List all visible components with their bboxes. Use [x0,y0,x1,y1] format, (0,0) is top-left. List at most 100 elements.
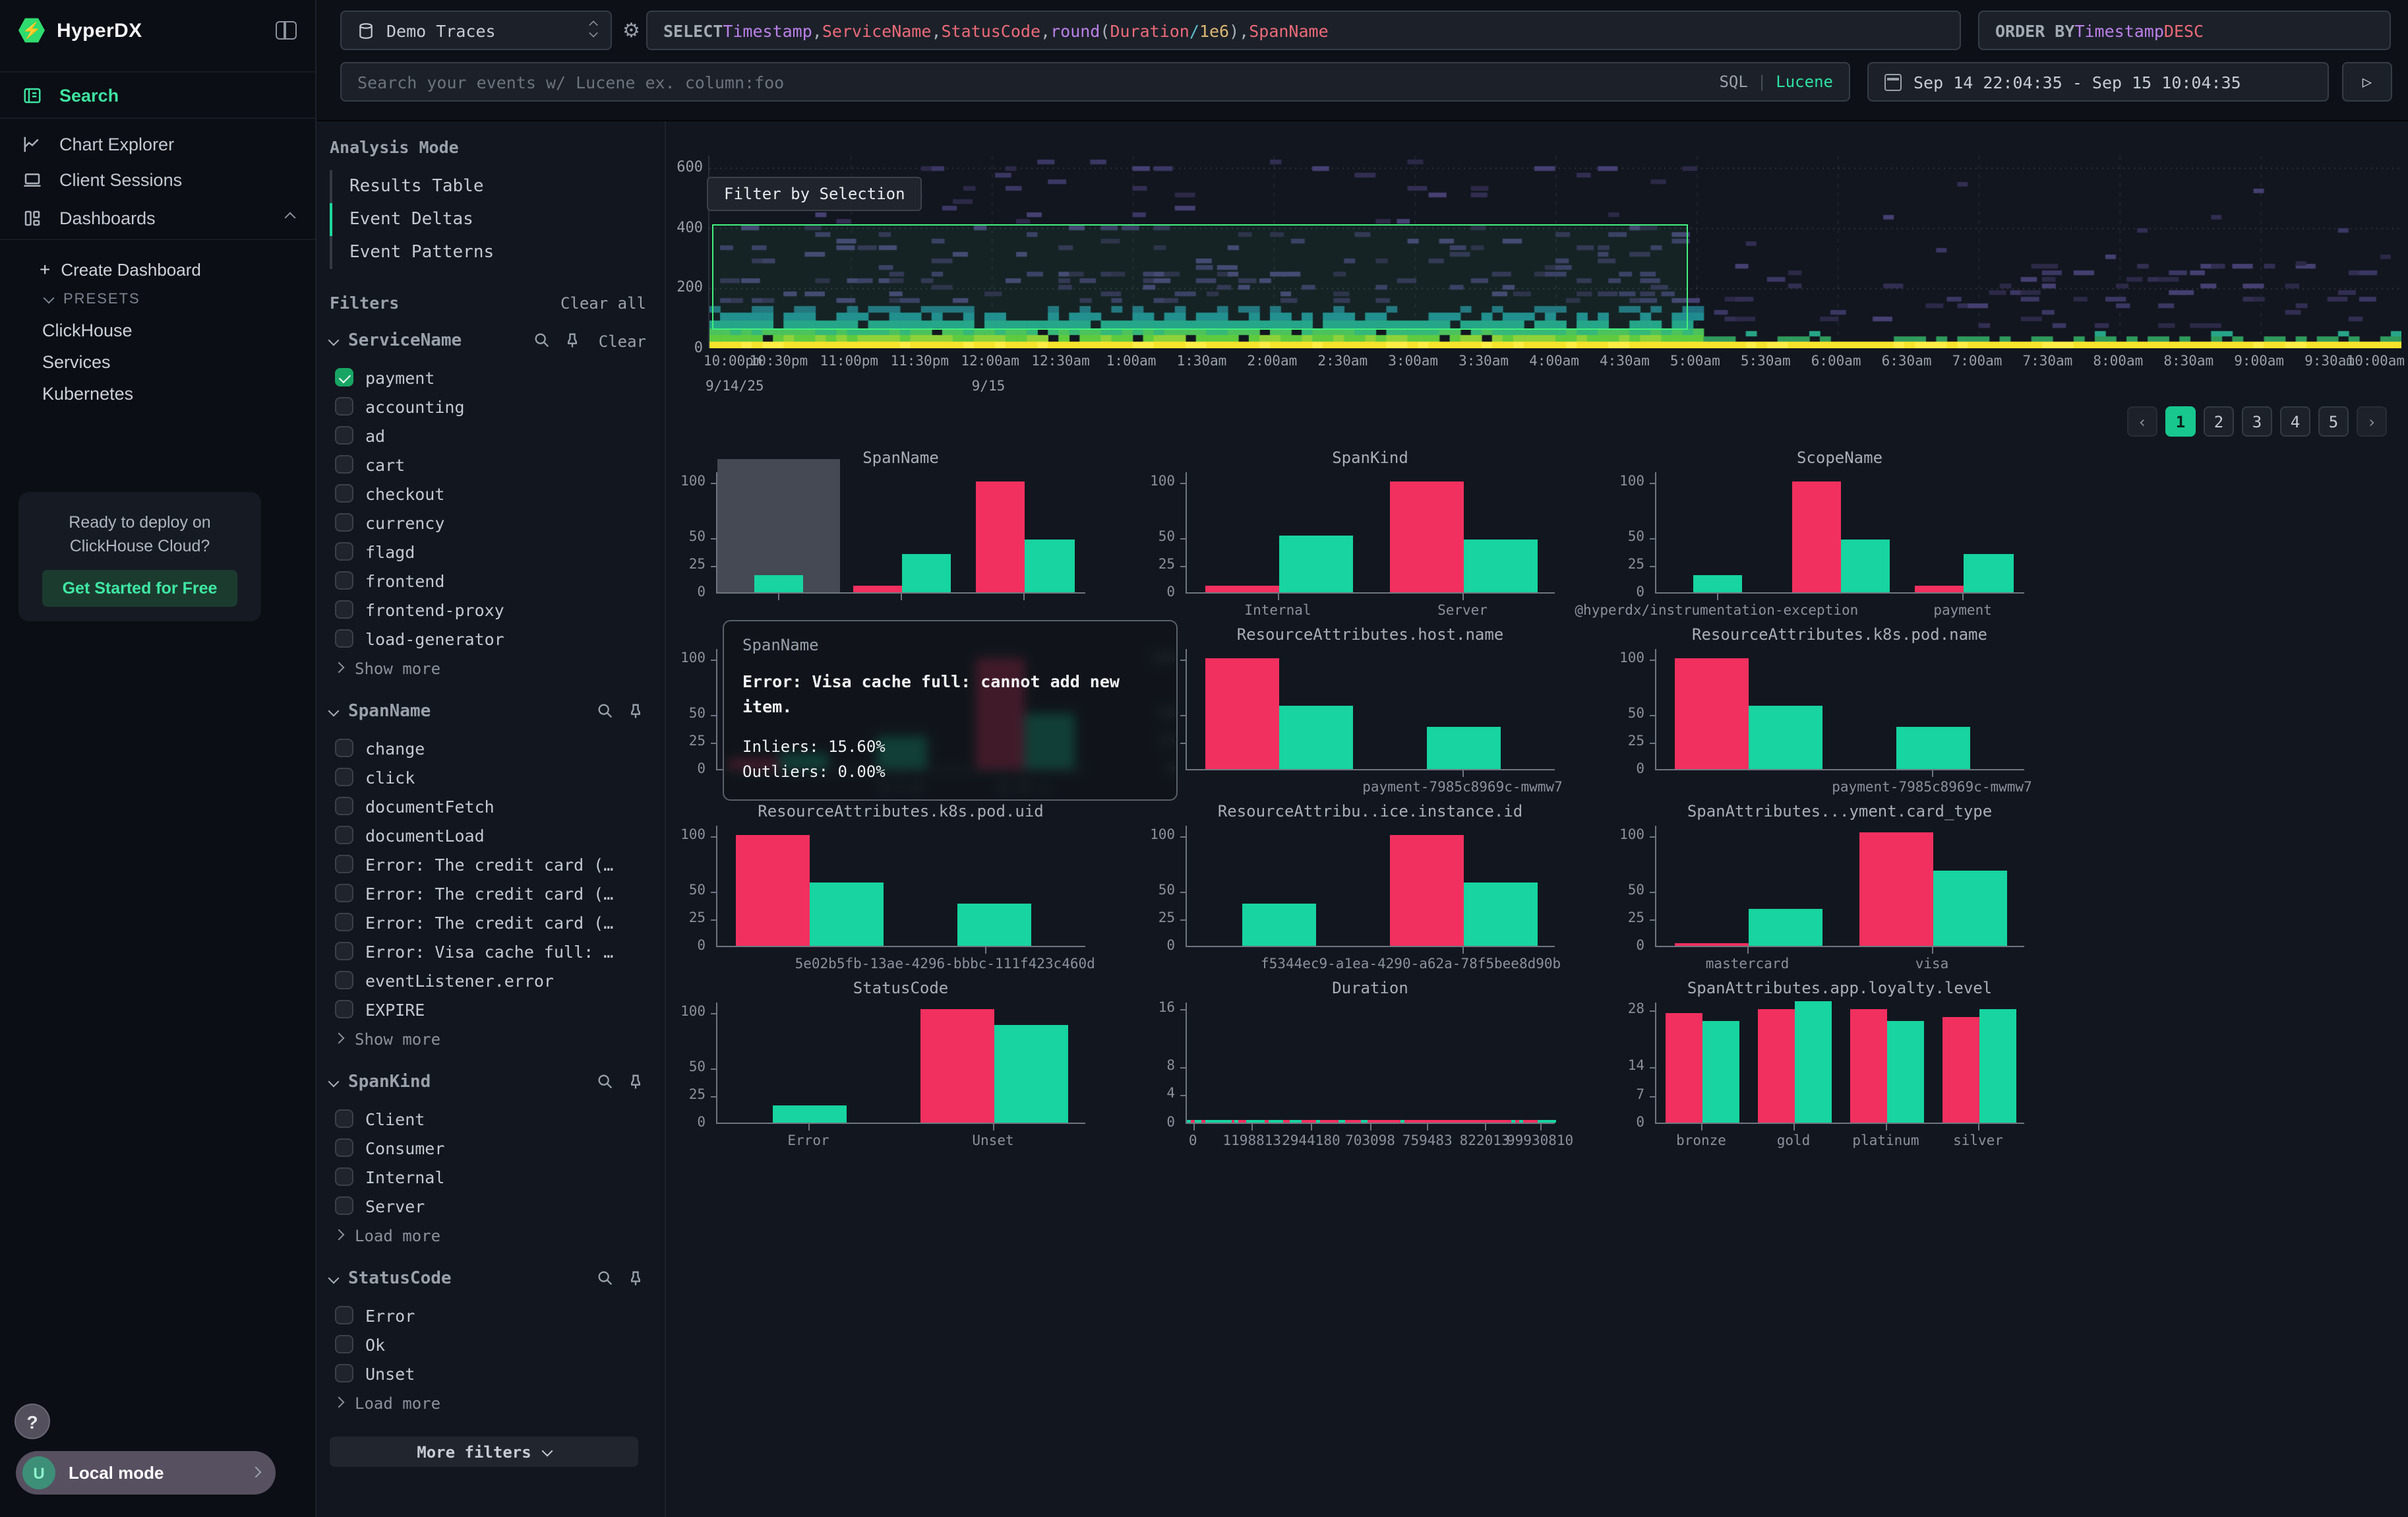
filter-option[interactable]: Ok [330,1330,646,1359]
checkbox[interactable] [335,455,353,474]
filter-option[interactable]: documentFetch [330,791,646,820]
gear-icon[interactable]: ⚙ [622,18,640,42]
filter-option[interactable]: Internal [330,1162,646,1191]
lucene-toggle[interactable]: Lucene [1776,73,1833,91]
checkbox[interactable] [335,1138,353,1157]
pin-icon[interactable] [563,331,583,351]
checkbox[interactable] [335,513,353,532]
analysis-mode-results-table[interactable]: Results Table [330,170,646,203]
checkbox[interactable] [335,971,353,989]
filter-option[interactable]: frontend-proxy [330,595,646,624]
show-more-button[interactable]: Load more [330,1388,646,1413]
page-button-3[interactable]: 3 [2242,406,2272,437]
help-button[interactable]: ? [15,1404,50,1439]
date-range-picker[interactable]: Sep 14 22:04:35 - Sep 15 10:04:35 [1867,62,2329,102]
filter-option[interactable]: cart [330,450,646,479]
filter-option[interactable]: click [330,762,646,791]
search-icon[interactable] [533,331,553,351]
checkbox[interactable] [335,797,353,815]
filter-option[interactable]: Error: The credit card (… [330,879,646,908]
filter-by-selection-button[interactable]: Filter by Selection [707,177,922,211]
filter-option[interactable]: Error: The credit card (… [330,908,646,937]
filter-option[interactable]: currency [330,508,646,537]
order-by-input[interactable]: ORDER BY Timestamp DESC [1978,11,2391,50]
filter-option[interactable]: load-generator [330,624,646,653]
filter-option[interactable]: frontend [330,566,646,595]
search-icon[interactable] [596,1072,616,1092]
sidebar-preset-clickhouse[interactable]: ClickHouse [0,314,315,346]
checkbox[interactable] [335,542,353,561]
checkbox[interactable] [335,768,353,786]
analysis-mode-event-deltas[interactable]: Event Deltas [330,203,646,236]
local-mode-button[interactable]: U Local mode [16,1451,276,1495]
filter-group-name[interactable]: StatusCode [348,1269,586,1289]
sql-toggle[interactable]: SQL [1719,73,1747,91]
run-query-button[interactable]: ▷ [2342,62,2392,102]
page-button-4[interactable]: 4 [2280,406,2310,437]
filter-option[interactable]: Client [330,1104,646,1133]
sidebar-preset-kubernetes[interactable]: Kubernetes [0,377,315,409]
search-icon[interactable] [596,702,616,722]
checkbox[interactable] [335,1364,353,1382]
filter-option[interactable]: Error: The credit card (… [330,850,646,879]
filter-option[interactable]: documentLoad [330,820,646,850]
checkbox[interactable] [335,1196,353,1215]
checkbox[interactable] [335,426,353,445]
filter-group-name[interactable]: ServiceName [348,331,522,351]
filter-option[interactable]: eventListener.error [330,966,646,995]
checkbox[interactable] [335,571,353,590]
collapse-sidebar-icon[interactable] [276,21,297,40]
checkbox[interactable] [335,629,353,648]
sidebar-item-client-sessions[interactable]: Client Sessions [0,162,315,198]
filter-option[interactable]: change [330,733,646,762]
page-prev-button[interactable]: ‹ [2127,406,2157,437]
checkbox[interactable] [335,397,353,416]
filter-option[interactable]: ad [330,421,646,450]
checkbox[interactable] [335,739,353,757]
search-icon[interactable] [596,1269,616,1289]
page-button-1[interactable]: 1 [2165,406,2196,437]
filter-option[interactable]: Error: Visa cache full: … [330,937,646,966]
create-dashboard-button[interactable]: + Create Dashboard [0,253,315,285]
checkbox[interactable] [335,826,353,844]
page-button-5[interactable]: 5 [2318,406,2349,437]
pin-icon[interactable] [626,1072,646,1092]
checkbox[interactable] [335,855,353,873]
filter-option[interactable]: Error [330,1301,646,1330]
checkbox[interactable] [335,1000,353,1018]
sidebar-item-search[interactable]: Search [0,71,315,119]
checkbox[interactable] [335,600,353,619]
filter-option[interactable]: EXPIRE [330,995,646,1024]
sql-select-input[interactable]: SELECT Timestamp, ServiceName, StatusCod… [646,11,1961,50]
search-input[interactable] [357,72,1706,92]
clear-all-button[interactable]: Clear all [560,294,646,312]
get-started-button[interactable]: Get Started for Free [42,571,237,607]
checkbox[interactable] [335,1109,353,1128]
filter-option[interactable]: Server [330,1191,646,1220]
sidebar-item-dashboards[interactable]: Dashboards [0,198,315,240]
checkbox[interactable] [335,1335,353,1353]
show-more-button[interactable]: Show more [330,1024,646,1049]
heatmap-canvas[interactable] [708,156,2400,348]
page-button-2[interactable]: 2 [2204,406,2234,437]
filter-option[interactable]: flagd [330,537,646,566]
filter-option[interactable]: accounting [330,392,646,421]
analysis-mode-event-patterns[interactable]: Event Patterns [330,236,646,269]
filter-group-name[interactable]: SpanName [348,702,586,722]
sidebar-item-chart-explorer[interactable]: Chart Explorer [0,127,315,162]
checkbox[interactable] [335,884,353,902]
more-filters-button[interactable]: More filters [330,1437,638,1467]
checkbox[interactable] [335,484,353,503]
filter-option[interactable]: checkout [330,479,646,508]
filter-option[interactable]: Unset [330,1359,646,1388]
checkbox[interactable] [335,368,353,387]
pin-icon[interactable] [626,1269,646,1289]
show-more-button[interactable]: Show more [330,653,646,678]
checkbox[interactable] [335,1306,353,1324]
presets-toggle[interactable]: PRESETS [0,285,315,314]
pin-icon[interactable] [626,702,646,722]
checkbox[interactable] [335,1167,353,1186]
filter-group-name[interactable]: SpanKind [348,1072,586,1092]
checkbox[interactable] [335,942,353,960]
page-next-button[interactable]: › [2357,406,2387,437]
